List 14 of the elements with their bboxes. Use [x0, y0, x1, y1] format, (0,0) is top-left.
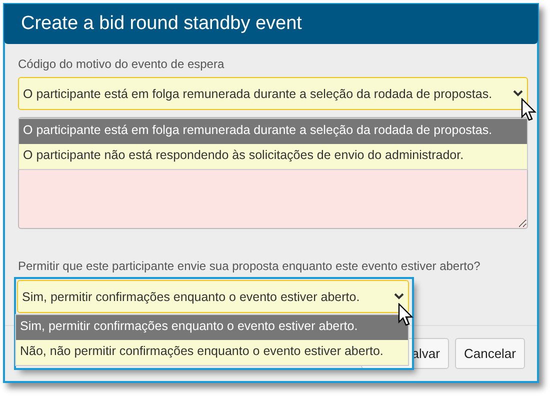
field-label: Código do motivo do evento de espera: [18, 57, 226, 71]
dropdown-option[interactable]: O participante não está respondendo às solicitações de envio do administrador.: [19, 144, 527, 169]
chevron-icon: [394, 293, 404, 300]
dropdown-option[interactable]: Sim, permitir confirmações enquanto o evento estiver aberto.: [16, 315, 408, 340]
field-label: Permitir que este participante envie sua proposta enquanto este evento estiver aberto?: [18, 259, 482, 273]
dropdown-option[interactable]: Não, não permitir confirmações enquanto o evento estiver aberto.: [16, 340, 408, 365]
dropdown-option[interactable]: O participante está em folga remunerada durante a seleção da rodada de propostas.: [19, 119, 527, 144]
chevron-icon: [513, 90, 523, 97]
dialog-title: Create a bid round standby event: [21, 13, 302, 35]
allow-select[interactable]: Sim, permitir confirmações enquanto o evento estiver aberto.: [17, 280, 409, 313]
cancel-button[interactable]: Cancelar: [454, 338, 525, 369]
reason-select[interactable]: O participante está em folga remunerada durante a seleção da rodada de propostas.: [18, 77, 528, 110]
cursor-icon: [398, 303, 414, 327]
cursor-icon: [521, 98, 537, 122]
